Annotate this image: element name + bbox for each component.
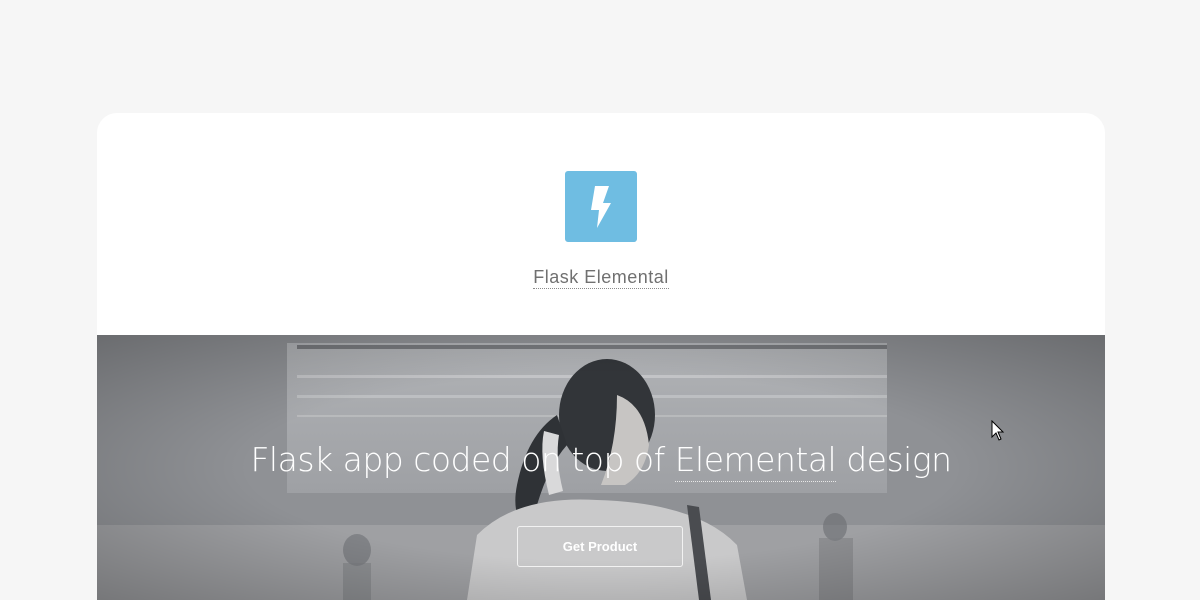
landing-card: Flask Elemental Flask app coded on top o… (97, 113, 1105, 600)
brand-logo[interactable] (565, 171, 637, 242)
elemental-link[interactable]: Elemental (674, 440, 837, 482)
get-product-button[interactable]: Get Product (517, 526, 683, 567)
hero-headline-prefix: Flask app coded on top of (250, 440, 675, 479)
hero-headline-suffix: design (836, 440, 952, 479)
hero-section: Flask app coded on top of Elemental desi… (97, 335, 1105, 600)
mouse-cursor-icon (991, 420, 1005, 441)
brand-name-link[interactable]: Flask Elemental (533, 267, 669, 289)
hero-headline: Flask app coded on top of Elemental desi… (97, 440, 1105, 482)
lightning-bolt-icon (591, 185, 611, 228)
brand-name-container: Flask Elemental (97, 267, 1105, 289)
